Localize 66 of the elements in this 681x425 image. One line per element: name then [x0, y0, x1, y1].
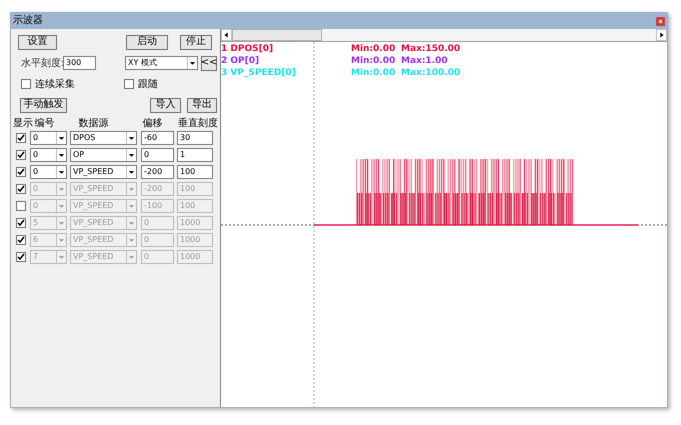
show-checkbox[interactable]: [16, 167, 26, 177]
manual-trigger-button[interactable]: 手动触发: [20, 98, 67, 112]
dropdown-arrow-icon: [56, 149, 66, 161]
window-title: 示波器: [13, 16, 43, 26]
follow-label: 跟随: [138, 78, 158, 92]
dropdown-arrow-icon: [56, 183, 66, 195]
dropdown-arrow-icon: [187, 57, 197, 69]
dropdown-arrow-icon: [126, 183, 136, 195]
dropdown-arrow-icon: [56, 200, 66, 212]
continuous-capture-label: 连续采集: [35, 78, 75, 92]
horizontal-scale-label: 水平刻度:: [21, 56, 63, 70]
legend-name: 3 VP_SPEED[0]: [221, 67, 297, 79]
mode-dropdown[interactable]: XY 模式: [125, 56, 198, 70]
stop-button[interactable]: 停止: [180, 34, 212, 50]
close-icon[interactable]: [656, 16, 665, 26]
legend-max: Max:100.00: [401, 67, 460, 79]
column-header: 数据源: [77, 117, 110, 131]
source-dropdown[interactable]: OP: [70, 148, 137, 162]
column-header: 显示: [13, 117, 34, 131]
dropdown-arrow-icon: [126, 200, 136, 212]
column-header: 垂直刻度: [178, 116, 218, 131]
column-header: 编号: [34, 116, 56, 131]
source-dropdown[interactable]: DPOS: [70, 131, 137, 145]
settings-button[interactable]: 设置: [18, 34, 57, 50]
follow-checkbox[interactable]: [124, 79, 134, 89]
scroll-thumb[interactable]: [232, 29, 322, 41]
dropdown-arrow-icon: [126, 234, 136, 246]
number-dropdown[interactable]: 0: [30, 131, 67, 145]
start-button[interactable]: 启动: [126, 34, 168, 50]
offset-field[interactable]: -60: [141, 131, 174, 145]
legend-min: Min:0.00: [351, 55, 396, 67]
legend-max: Max:1.00: [401, 55, 448, 67]
import-button[interactable]: 导入: [150, 98, 181, 112]
dropdown-arrow-icon: [56, 251, 66, 263]
show-checkbox[interactable]: [16, 150, 26, 160]
legend-max: Max:150.00: [401, 43, 460, 55]
scroll-left-button[interactable]: [221, 29, 232, 41]
dropdown-arrow-icon: [56, 166, 66, 178]
dropdown-arrow-icon: [56, 234, 66, 246]
dropdown-arrow-icon: [56, 217, 66, 229]
source-dropdown[interactable]: VP_SPEED: [70, 165, 137, 179]
dropdown-arrow-icon: [56, 132, 66, 144]
vertical-scale-field[interactable]: 30: [177, 131, 213, 145]
vertical-scale-field[interactable]: 1: [177, 148, 213, 162]
legend-name: 1 DPOS[0]: [221, 43, 274, 55]
legend-name: 2 OP[0]: [221, 55, 260, 67]
number-dropdown[interactable]: 0: [30, 148, 67, 162]
horizontal-scrollbar[interactable]: [221, 29, 667, 42]
number-dropdown[interactable]: 0: [30, 165, 67, 179]
offset-field[interactable]: -200: [141, 165, 174, 179]
legend-min: Min:0.00: [351, 67, 396, 79]
scroll-right-button[interactable]: [656, 29, 667, 41]
dropdown-arrow-icon: [126, 149, 136, 161]
show-checkbox[interactable]: [16, 133, 26, 143]
dropdown-arrow-icon: [126, 166, 136, 178]
vertical-scale-field[interactable]: 100: [177, 165, 213, 179]
horizontal-scale-field[interactable]: 300: [63, 56, 96, 70]
continuous-capture-checkbox[interactable]: [21, 79, 31, 89]
offset-field[interactable]: 0: [141, 148, 174, 162]
dropdown-arrow-icon: [126, 251, 136, 263]
legend-min: Min:0.00: [351, 43, 396, 55]
dropdown-arrow-icon: [126, 217, 136, 229]
dropdown-arrow-icon: [126, 132, 136, 144]
column-header: 偏移: [142, 117, 164, 131]
collapse-button[interactable]: <<: [201, 56, 217, 70]
export-button[interactable]: 导出: [187, 98, 217, 112]
